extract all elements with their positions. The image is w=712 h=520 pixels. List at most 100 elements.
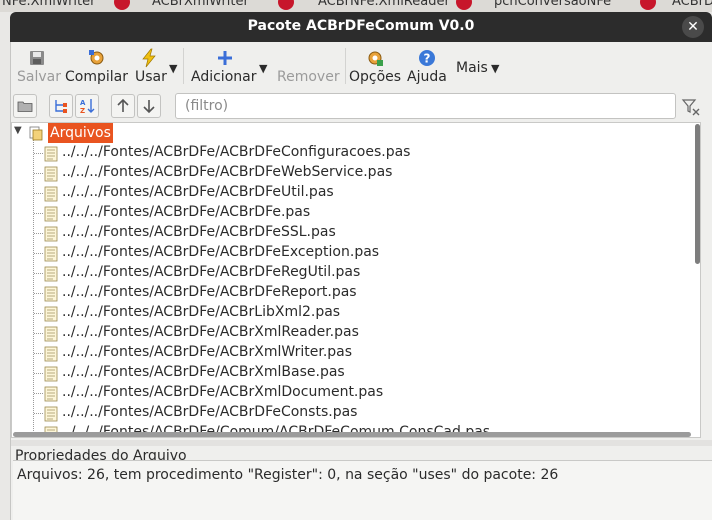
properties-panel: Arquivos: 26, tem procedimento "Register… — [13, 460, 712, 520]
background-tab-strip: NFe.XmlWriter ACBrXmlWriter ACBrNFe.XmlR… — [0, 0, 712, 12]
files-tree[interactable]: ▼ Arquivos ../../../Fontes/ACBrDFe/ACBrD… — [11, 122, 701, 438]
filter-bar: A Z — [11, 92, 712, 120]
move-up-button[interactable] — [111, 94, 135, 118]
pascal-file-icon — [44, 226, 58, 242]
help-button[interactable]: ? Ajuda — [405, 42, 449, 90]
tree-guide-branch — [34, 153, 43, 154]
background-tab[interactable]: ACBrXmlWriter — [152, 0, 249, 12]
pascal-file-icon — [44, 386, 58, 402]
save-button[interactable]: Salvar — [13, 42, 61, 90]
tree-guide-branch — [34, 253, 43, 254]
add-button[interactable]: Adicionar ▼ — [189, 42, 271, 90]
title-bar[interactable]: Pacote ACBrDFeComum V0.0 ✕ — [10, 12, 712, 42]
tree-file-item[interactable]: ../../../Fontes/ACBrDFe/ACBrDFeReport.pa… — [12, 283, 692, 303]
pascal-file-icon — [44, 146, 58, 162]
expand-toggle-icon[interactable]: ▼ — [14, 125, 22, 136]
properties-summary: Arquivos: 26, tem procedimento "Register… — [17, 467, 559, 483]
background-tab-close-icon[interactable] — [640, 0, 656, 10]
splitter[interactable] — [11, 440, 712, 446]
use-label: Usar — [135, 69, 167, 85]
tree-file-item[interactable]: ../../../Fontes/ACBrDFe/ACBrLibXml2.pas — [12, 303, 692, 323]
tree-file-label: ../../../Fontes/ACBrDFe/ACBrXmlDocument.… — [62, 384, 384, 400]
background-tab[interactable]: ACBrD — [672, 0, 712, 12]
tree-file-label: ../../../Fontes/ACBrDFe/ACBrXmlBase.pas — [62, 364, 345, 380]
background-tab-close-icon[interactable] — [456, 0, 472, 10]
more-label: Mais — [456, 60, 488, 76]
use-button[interactable]: Usar ▼ — [133, 42, 181, 90]
options-label: Opções — [349, 69, 402, 85]
remove-button[interactable]: Remover — [275, 42, 343, 90]
background-tab[interactable]: NFe.XmlWriter — [2, 0, 95, 12]
tree-guide-branch — [34, 393, 43, 394]
tree-file-label: ../../../Fontes/ACBrDFe/ACBrDFe.pas — [62, 204, 311, 220]
arrow-down-icon — [143, 100, 155, 114]
background-tab[interactable]: ACBrNFe.XmlReader — [318, 0, 450, 12]
tree-file-item[interactable]: ../../../Fontes/ACBrDFe/ACBrXmlWriter.pa… — [12, 343, 692, 363]
pascal-file-icon — [44, 406, 58, 422]
tree-file-item[interactable]: ../../../Fontes/ACBrDFe/ACBrDFeWebServic… — [12, 163, 692, 183]
tree-root-label: Arquivos — [48, 123, 113, 143]
tree-file-label: ../../../Fontes/ACBrDFe/ACBrDFeConsts.pa… — [62, 404, 358, 420]
tree-file-item[interactable]: ../../../Fontes/ACBrDFe/ACBrDFeUtil.pas — [12, 183, 692, 203]
tree-file-item[interactable]: ../../../Fontes/ACBrDFe/ACBrDFeConsts.pa… — [12, 403, 692, 423]
sort-alphabetically-button[interactable]: A Z — [75, 94, 99, 118]
pascal-file-icon — [44, 186, 58, 202]
lightning-icon — [142, 48, 156, 68]
vertical-scroll-thumb[interactable] — [695, 124, 700, 264]
background-tab-close-icon[interactable] — [278, 0, 294, 10]
pascal-file-icon — [44, 366, 58, 382]
options-icon — [368, 51, 383, 66]
chevron-down-icon[interactable]: ▼ — [259, 62, 267, 75]
svg-text:Z: Z — [80, 107, 85, 114]
tree-file-item[interactable]: ../../../Fontes/ACBrDFe/ACBrXmlDocument.… — [12, 383, 692, 403]
add-label: Adicionar — [191, 69, 257, 85]
tree-file-label: ../../../Fontes/ACBrDFe/ACBrDFeConfigura… — [62, 144, 411, 160]
folder-icon — [17, 101, 33, 112]
tree-guide-branch — [34, 353, 43, 354]
toolbar: Salvar Compilar Usar ▼ Adicionar ▼ Remov… — [11, 42, 712, 90]
arrow-up-icon — [117, 98, 129, 112]
tree-file-label: ../../../Fontes/ACBrDFe/ACBrDFeSSL.pas — [62, 224, 336, 240]
close-icon: ✕ — [687, 19, 699, 35]
tree-file-item[interactable]: ../../../Fontes/ACBrDFe/ACBrDFeRegUtil.p… — [12, 263, 692, 283]
pascal-file-icon — [44, 286, 58, 302]
horizontal-scrollbar[interactable] — [13, 432, 691, 437]
pascal-file-icon — [44, 346, 58, 362]
pascal-file-icon — [44, 326, 58, 342]
background-tab-close-icon[interactable] — [114, 0, 130, 10]
tree-file-label: ../../../Fontes/ACBrDFe/ACBrXmlReader.pa… — [62, 324, 359, 340]
pascal-file-icon — [44, 306, 58, 322]
tree-file-label: ../../../Fontes/ACBrDFe/ACBrDFeUtil.pas — [62, 184, 334, 200]
svg-text:A: A — [80, 99, 86, 107]
options-button[interactable]: Opções — [347, 42, 403, 90]
move-down-button[interactable] — [137, 94, 161, 118]
remove-label: Remover — [277, 69, 340, 85]
tree-file-item[interactable]: ../../../Fontes/ACBrDFe/ACBrDFeConfigura… — [12, 143, 692, 163]
background-tab[interactable]: pcnConversaoNFe — [494, 0, 611, 12]
pascal-file-icon — [44, 246, 58, 262]
plus-icon — [218, 51, 232, 65]
more-button[interactable]: Mais ▼ — [455, 42, 505, 90]
tree-file-label: ../../../Fontes/ACBrDFe/ACBrXmlWriter.pa… — [62, 344, 353, 360]
open-folder-button[interactable] — [13, 94, 37, 118]
filter-input[interactable] — [175, 93, 676, 119]
chevron-down-icon[interactable]: ▼ — [169, 62, 177, 75]
clear-filter-icon[interactable] — [681, 97, 701, 117]
tree-guide-branch — [34, 293, 43, 294]
tree-guide-branch — [34, 213, 43, 214]
tree-file-item[interactable]: ../../../Fontes/ACBrDFe/ACBrXmlBase.pas — [12, 363, 692, 383]
sort-az-icon: A Z — [80, 99, 95, 114]
tree-hierarchy-icon — [55, 100, 67, 113]
tree-file-item[interactable]: ../../../Fontes/ACBrDFe/ACBrDFeSSL.pas — [12, 223, 692, 243]
pascal-file-icon — [44, 206, 58, 222]
tree-file-item[interactable]: ../../../Fontes/ACBrDFe/ACBrDFe.pas — [12, 203, 692, 223]
show-directory-hierarchy-button[interactable] — [49, 94, 73, 118]
compile-button[interactable]: Compilar — [63, 42, 131, 90]
vertical-scrollbar[interactable] — [695, 124, 701, 434]
close-button[interactable]: ✕ — [682, 16, 704, 38]
tree-file-item[interactable]: ../../../Fontes/ACBrDFe/ACBrXmlReader.pa… — [12, 323, 692, 343]
chevron-down-icon: ▼ — [491, 62, 500, 75]
tree-file-item[interactable]: ../../../Fontes/ACBrDFe/ACBrDFeException… — [12, 243, 692, 263]
compile-icon — [89, 50, 104, 65]
toolbar-separator — [345, 48, 346, 84]
